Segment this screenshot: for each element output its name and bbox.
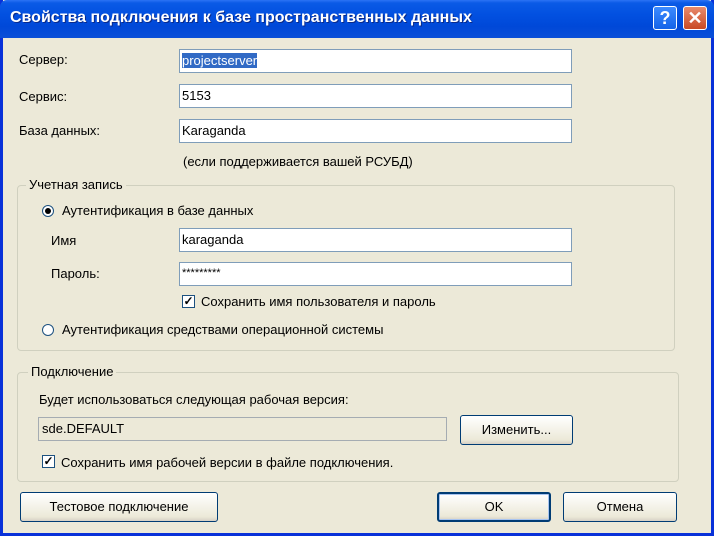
service-input[interactable]: 5153 — [179, 84, 572, 108]
username-label: Имя — [51, 233, 77, 248]
connection-legend: Подключение — [28, 364, 117, 379]
database-hint: (если поддерживается вашей РСУБД) — [183, 154, 413, 169]
db-auth-radio[interactable] — [42, 205, 54, 217]
version-field: sde.DEFAULT — [38, 417, 447, 441]
save-version-checkbox[interactable]: ✓ — [42, 455, 55, 468]
change-version-button[interactable]: Изменить... — [460, 415, 573, 445]
server-input[interactable]: projectserver — [179, 49, 572, 73]
service-label: Сервис: — [19, 89, 68, 104]
title-bar[interactable]: Свойства подключения к базе пространстве… — [0, 0, 714, 38]
dialog-window: Свойства подключения к базе пространстве… — [0, 0, 714, 536]
os-auth-label[interactable]: Аутентификация средствами операционной с… — [62, 322, 383, 337]
database-input[interactable]: Karaganda — [179, 119, 572, 143]
server-label: Сервер: — [19, 52, 68, 67]
save-version-label[interactable]: Сохранить имя рабочей версии в файле под… — [61, 455, 393, 470]
server-value: projectserver — [182, 53, 258, 68]
test-connection-button[interactable]: Тестовое подключение — [20, 492, 218, 522]
version-text: Будет использоваться следующая рабочая в… — [39, 392, 349, 407]
close-button[interactable]: ✕ — [683, 6, 707, 30]
save-credentials-checkbox[interactable]: ✓ — [182, 295, 195, 308]
database-label: База данных: — [19, 123, 101, 138]
ok-button[interactable]: OK — [437, 492, 551, 522]
password-label: Пароль: — [51, 266, 100, 281]
os-auth-radio[interactable] — [42, 324, 54, 336]
window-title: Свойства подключения к базе пространстве… — [10, 9, 472, 26]
save-credentials-label[interactable]: Сохранить имя пользователя и пароль — [201, 294, 436, 309]
password-input[interactable]: ********* — [179, 262, 572, 286]
help-button[interactable]: ? — [653, 6, 677, 30]
username-input[interactable]: karaganda — [179, 228, 572, 252]
cancel-button[interactable]: Отмена — [563, 492, 677, 522]
db-auth-label[interactable]: Аутентификация в базе данных — [62, 203, 253, 218]
account-legend: Учетная запись — [26, 177, 126, 192]
